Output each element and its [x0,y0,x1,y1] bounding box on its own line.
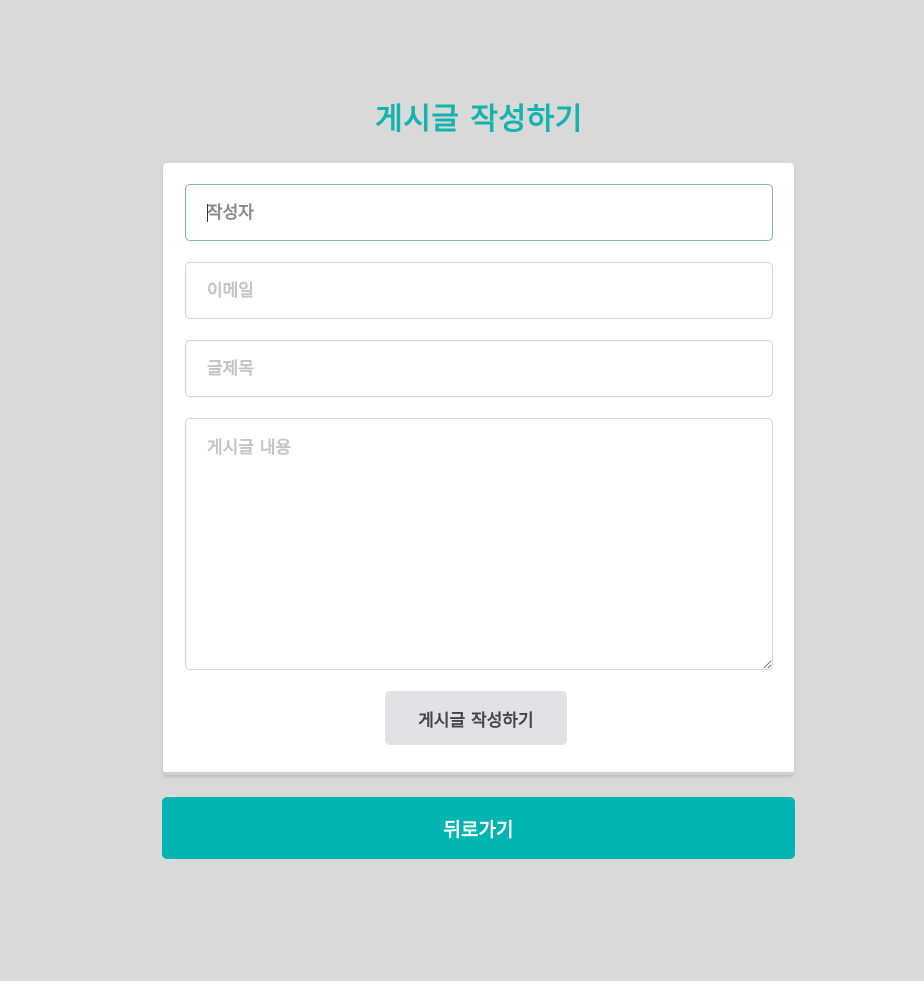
back-button[interactable]: 뒤로가기 [162,797,795,859]
page-title: 게시글 작성하기 [375,102,583,137]
submit-post-button[interactable]: 게시글 작성하기 [385,691,567,745]
email-input[interactable] [185,262,773,319]
text-caret [207,204,208,222]
content-textarea[interactable] [185,418,773,670]
author-input[interactable] [185,184,773,241]
subject-input[interactable] [185,340,773,397]
post-form: 게시글 작성하기 [163,163,794,775]
